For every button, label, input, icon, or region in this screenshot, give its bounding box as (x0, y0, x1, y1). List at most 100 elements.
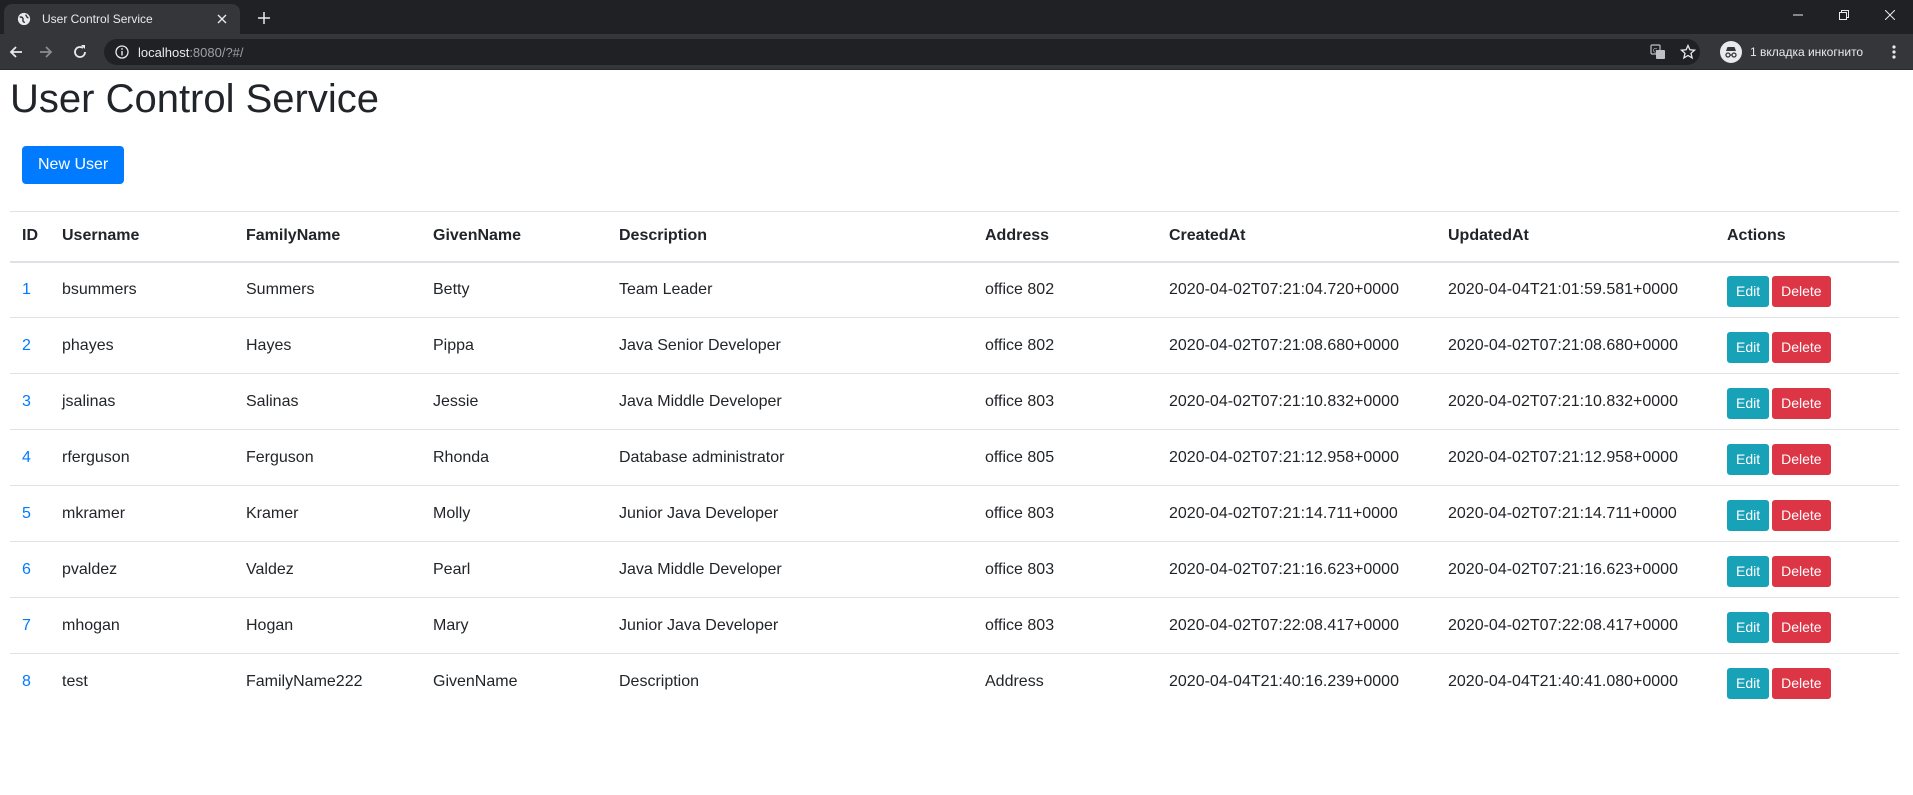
menu-icon[interactable] (1882, 40, 1906, 64)
edit-button[interactable]: Edit (1727, 668, 1770, 700)
cell-description: Java Middle Developer (607, 373, 973, 430)
cell-actions: Edit Delete (1715, 541, 1899, 598)
url-host: localhost (138, 45, 190, 60)
browser-tabstrip: User Control Service (0, 0, 1913, 34)
star-icon[interactable] (1679, 43, 1697, 61)
user-id-link[interactable]: 2 (22, 337, 31, 354)
users-table-body: 1 bsummers Summers Betty Team Leader office 8… (10, 262, 1899, 710)
cell-username: phayes (50, 317, 234, 374)
edit-button[interactable]: Edit (1727, 332, 1770, 363)
user-id-link[interactable]: 4 (22, 449, 31, 466)
page-content: User Control Service New User ID Usernam… (0, 71, 1913, 795)
cell-givenname: Rhonda (421, 429, 607, 486)
table-row: 4 rferguson Ferguson Rhonda Database adminis… (10, 429, 1899, 486)
table-row: 7 mhogan Hogan Mary Junior Java Developer off… (10, 597, 1899, 654)
new-user-button[interactable]: New User (22, 146, 125, 184)
delete-button[interactable]: Delete (1772, 556, 1831, 587)
cell-id: 5 (10, 485, 50, 542)
cell-givenname: Pearl (421, 541, 607, 598)
tab-title: User Control Service (42, 12, 153, 26)
cell-description: Java Senior Developer (607, 317, 973, 374)
cell-username: bsummers (62, 280, 137, 298)
cell-description: Description (607, 653, 973, 710)
cell-familyname: FamilyName222 (234, 653, 421, 710)
close-icon[interactable] (214, 11, 230, 27)
cell-actions: Edit Delete (1715, 597, 1899, 654)
url-text: localhost:8080/?#/ (138, 45, 244, 60)
cell-familyname: Summers (246, 280, 315, 298)
user-id-link[interactable]: 5 (22, 505, 31, 522)
cell-address: Address (973, 653, 1157, 710)
back-icon[interactable] (4, 40, 28, 64)
cell-createdat: 2020-04-02T07:21:16.623+0000 (1157, 541, 1436, 598)
cell-createdat: 2020-04-04T21:40:16.239+0000 (1157, 653, 1436, 710)
cell-description: Database administrator (607, 429, 973, 486)
delete-button[interactable]: Delete (1772, 444, 1831, 475)
user-id-link[interactable]: 1 (22, 281, 31, 298)
cell-actions: Edit Delete (1715, 429, 1899, 486)
cell-actions: Edit Delete (1715, 262, 1899, 318)
edit-button[interactable]: Edit (1727, 444, 1770, 475)
users-table: ID Username FamilyName GivenName Descrip… (10, 211, 1899, 710)
cell-description: Junior Java Developer (607, 485, 973, 542)
cell-address: office 803 (973, 485, 1157, 542)
cell-address: office 805 (973, 429, 1157, 486)
cell-createdat: 2020-04-02T07:21:14.711+0000 (1157, 485, 1436, 542)
delete-button[interactable]: Delete (1772, 612, 1831, 643)
cell-familyname: Valdez (234, 541, 421, 598)
cell-familyname: Ferguson (234, 429, 421, 486)
header-actions: Actions (1715, 211, 1899, 263)
url-path: :8080/?#/ (189, 45, 244, 60)
forward-icon[interactable] (34, 40, 58, 64)
cell-id: 4 (10, 429, 50, 486)
window-close-icon[interactable] (1867, 0, 1913, 30)
edit-button[interactable]: Edit (1727, 612, 1770, 643)
delete-button[interactable]: Delete (1772, 388, 1831, 419)
incognito-profile-button[interactable]: 1 вкладка инкогнито (1716, 39, 1873, 65)
cell-username: pvaldez (50, 541, 234, 598)
cell-username: mhogan (50, 597, 234, 654)
cell-givenname: GivenName (421, 653, 607, 710)
table-row: 1 bsummers Summers Betty Team Leader office 8… (10, 262, 1899, 318)
cell-address: office 802 (985, 280, 1055, 298)
cell-id: 3 (10, 373, 50, 430)
cell-actions: Edit Delete (1715, 373, 1899, 430)
delete-button[interactable]: Delete (1772, 276, 1831, 308)
cell-address: office 803 (973, 541, 1157, 598)
cell-actions: Edit Delete (1715, 485, 1899, 542)
header-username: Username (50, 211, 234, 263)
user-id-link[interactable]: 6 (22, 561, 31, 578)
table-row: 8 test FamilyName222 GivenName Description Ad… (10, 653, 1899, 710)
cell-familyname: Hayes (234, 317, 421, 374)
header-id: ID (10, 211, 50, 263)
user-id-link[interactable]: 7 (22, 617, 31, 634)
cell-actions: Edit Delete (1715, 317, 1899, 374)
svg-text:G: G (1653, 48, 1658, 55)
cell-updatedat: 2020-04-02T07:21:10.832+0000 (1436, 373, 1715, 430)
edit-button[interactable]: Edit (1727, 276, 1770, 308)
cell-username: jsalinas (50, 373, 234, 430)
table-row: 2 phayes Hayes Pippa Java Senior Developer of… (10, 317, 1899, 374)
user-id-link[interactable]: 8 (22, 673, 31, 690)
reload-icon[interactable] (68, 40, 92, 64)
restore-icon[interactable] (1821, 0, 1867, 30)
address-bar[interactable]: localhost:8080/?#/ G (104, 39, 1700, 65)
translate-icon[interactable]: G (1649, 43, 1667, 61)
edit-button[interactable]: Edit (1727, 500, 1770, 531)
edit-button[interactable]: Edit (1727, 556, 1770, 587)
cell-familyname: Hogan (234, 597, 421, 654)
plus-icon[interactable] (250, 7, 278, 29)
user-id-link[interactable]: 3 (22, 393, 31, 410)
cell-givenname: Pippa (421, 317, 607, 374)
browser-tab[interactable]: User Control Service (4, 4, 240, 34)
delete-button[interactable]: Delete (1772, 332, 1831, 363)
cell-givenname: Betty (433, 280, 470, 298)
delete-button[interactable]: Delete (1772, 668, 1831, 700)
header-description: Description (607, 211, 973, 263)
info-icon[interactable] (114, 44, 130, 60)
delete-button[interactable]: Delete (1772, 500, 1831, 531)
minimize-icon[interactable] (1775, 0, 1821, 30)
cell-address: office 803 (973, 373, 1157, 430)
edit-button[interactable]: Edit (1727, 388, 1770, 419)
header-givenname: GivenName (421, 211, 607, 263)
